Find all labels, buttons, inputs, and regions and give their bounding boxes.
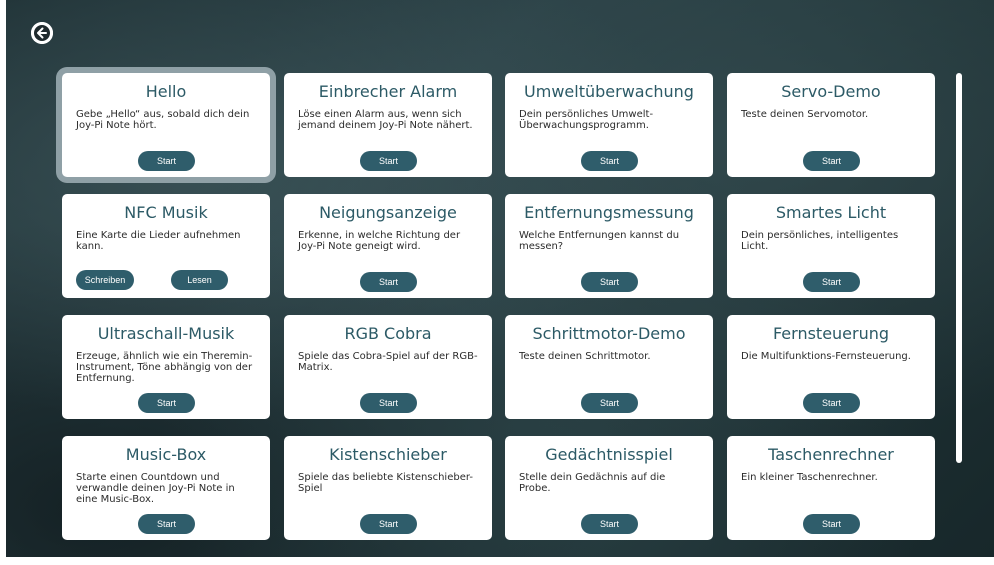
card-description: Teste deinen Schrittmotor. (519, 351, 651, 362)
card-rgb-cobra[interactable]: RGB Cobra Spiele das Cobra-Spiel auf der… (284, 315, 492, 419)
card-description: Welche Entfernungen kannst du messen? (519, 230, 680, 252)
card-umweltueberwachung[interactable]: Umweltüberwachung Dein persönliches Umwe… (505, 73, 713, 177)
start-button[interactable]: Start (581, 393, 638, 413)
card-description: Spiele das Cobra-Spiel auf der RGB-Matri… (298, 351, 478, 373)
card-title: Gedächtnisspiel (545, 445, 673, 464)
card-description: Dein persönliches, intelligentes Licht. (741, 230, 899, 252)
start-button[interactable]: Start (803, 393, 860, 413)
start-button[interactable]: Start (803, 151, 860, 171)
card-title: Entfernungsmessung (524, 203, 694, 222)
write-button[interactable]: Schreiben (76, 270, 134, 290)
card-einbrecher-alarm[interactable]: Einbrecher Alarm Löse einen Alarm aus, w… (284, 73, 492, 177)
start-button[interactable]: Start (803, 514, 860, 534)
card-ultraschall-musik[interactable]: Ultraschall-Musik Erzeuge, ähnlich wie e… (62, 315, 270, 419)
start-button[interactable]: Start (360, 272, 417, 292)
card-title: Fernsteuerung (772, 324, 890, 343)
start-button[interactable]: Start (138, 393, 195, 413)
card-description: Spiele das beliebte Kistenschieber-Spiel (298, 472, 473, 494)
card-description: Eine Karte die Lieder aufnehmen kann. (76, 230, 241, 252)
start-button[interactable]: Start (360, 393, 417, 413)
card-title: Ultraschall-Musik (97, 324, 235, 343)
card-taschenrechner[interactable]: Taschenrechner Ein kleiner Taschenrechne… (727, 436, 935, 540)
scrollbar[interactable] (956, 73, 962, 463)
card-entfernungsmessung[interactable]: Entfernungsmessung Welche Entfernungen k… (505, 194, 713, 298)
card-nfc-musik[interactable]: NFC Musik Eine Karte die Lieder aufnehme… (62, 194, 270, 298)
card-title: Smartes Licht (775, 203, 887, 222)
frame-edge-left (0, 0, 6, 563)
card-description: Gebe „Hello“ aus, sobald dich dein Joy-P… (76, 109, 250, 131)
card-smartes-licht[interactable]: Smartes Licht Dein persönliches, intelli… (727, 194, 935, 298)
card-neigungsanzeige[interactable]: Neigungsanzeige Erkenne, in welche Richt… (284, 194, 492, 298)
card-gedaechtnisspiel[interactable]: Gedächtnisspiel Stelle dein Gedächnis au… (505, 436, 713, 540)
card-title: Kistenschieber (329, 445, 447, 464)
card-title: Hello (145, 82, 187, 101)
card-title: Umweltüberwachung (524, 82, 694, 101)
card-description: Die Multifunktions-Fernsteuerung. (741, 351, 911, 362)
card-title: NFC Musik (124, 203, 208, 222)
frame-edge-bottom (0, 557, 994, 563)
card-fernsteuerung[interactable]: Fernsteuerung Die Multifunktions-Fernste… (727, 315, 935, 419)
card-kistenschieber[interactable]: Kistenschieber Spiele das beliebte Kiste… (284, 436, 492, 540)
card-title: Taschenrechner (768, 445, 894, 464)
start-button[interactable]: Start (581, 272, 638, 292)
start-button[interactable]: Start (581, 514, 638, 534)
start-button[interactable]: Start (803, 272, 860, 292)
card-description: Stelle dein Gedächnis auf die Probe. (519, 472, 666, 494)
start-button[interactable]: Start (360, 514, 417, 534)
back-button[interactable] (31, 22, 53, 44)
card-description: Ein kleiner Taschenrechner. (741, 472, 878, 483)
arrow-left-circle-icon (31, 22, 53, 44)
card-music-box[interactable]: Music-Box Starte einen Countdown und ver… (62, 436, 270, 540)
card-description: Erkenne, in welche Richtung der Joy-Pi N… (298, 230, 461, 252)
start-button[interactable]: Start (138, 151, 195, 171)
card-description: Erzeuge, ähnlich wie ein Theremin-Instru… (76, 351, 253, 384)
card-description: Teste deinen Servomotor. (741, 109, 869, 120)
card-title: Schrittmotor-Demo (532, 324, 686, 343)
card-servo-demo[interactable]: Servo-Demo Teste deinen Servomotor. Star… (727, 73, 935, 177)
start-button[interactable]: Start (581, 151, 638, 171)
card-title: RGB Cobra (344, 324, 432, 343)
read-button[interactable]: Lesen (171, 270, 228, 290)
card-hello[interactable]: Hello Gebe „Hello“ aus, sobald dich dein… (62, 73, 270, 177)
card-title: Music-Box (125, 445, 207, 464)
card-title: Neigungsanzeige (319, 203, 457, 222)
card-description: Starte einen Countdown und verwandle dei… (76, 472, 235, 505)
card-description: Dein persönliches Umwelt-Überwachungspro… (519, 109, 654, 131)
card-schrittmotor-demo[interactable]: Schrittmotor-Demo Teste deinen Schrittmo… (505, 315, 713, 419)
start-button[interactable]: Start (138, 514, 195, 534)
card-title: Einbrecher Alarm (318, 82, 458, 101)
card-title: Servo-Demo (781, 82, 881, 101)
card-description: Löse einen Alarm aus, wenn sich jemand d… (298, 109, 473, 131)
start-button[interactable]: Start (360, 151, 417, 171)
